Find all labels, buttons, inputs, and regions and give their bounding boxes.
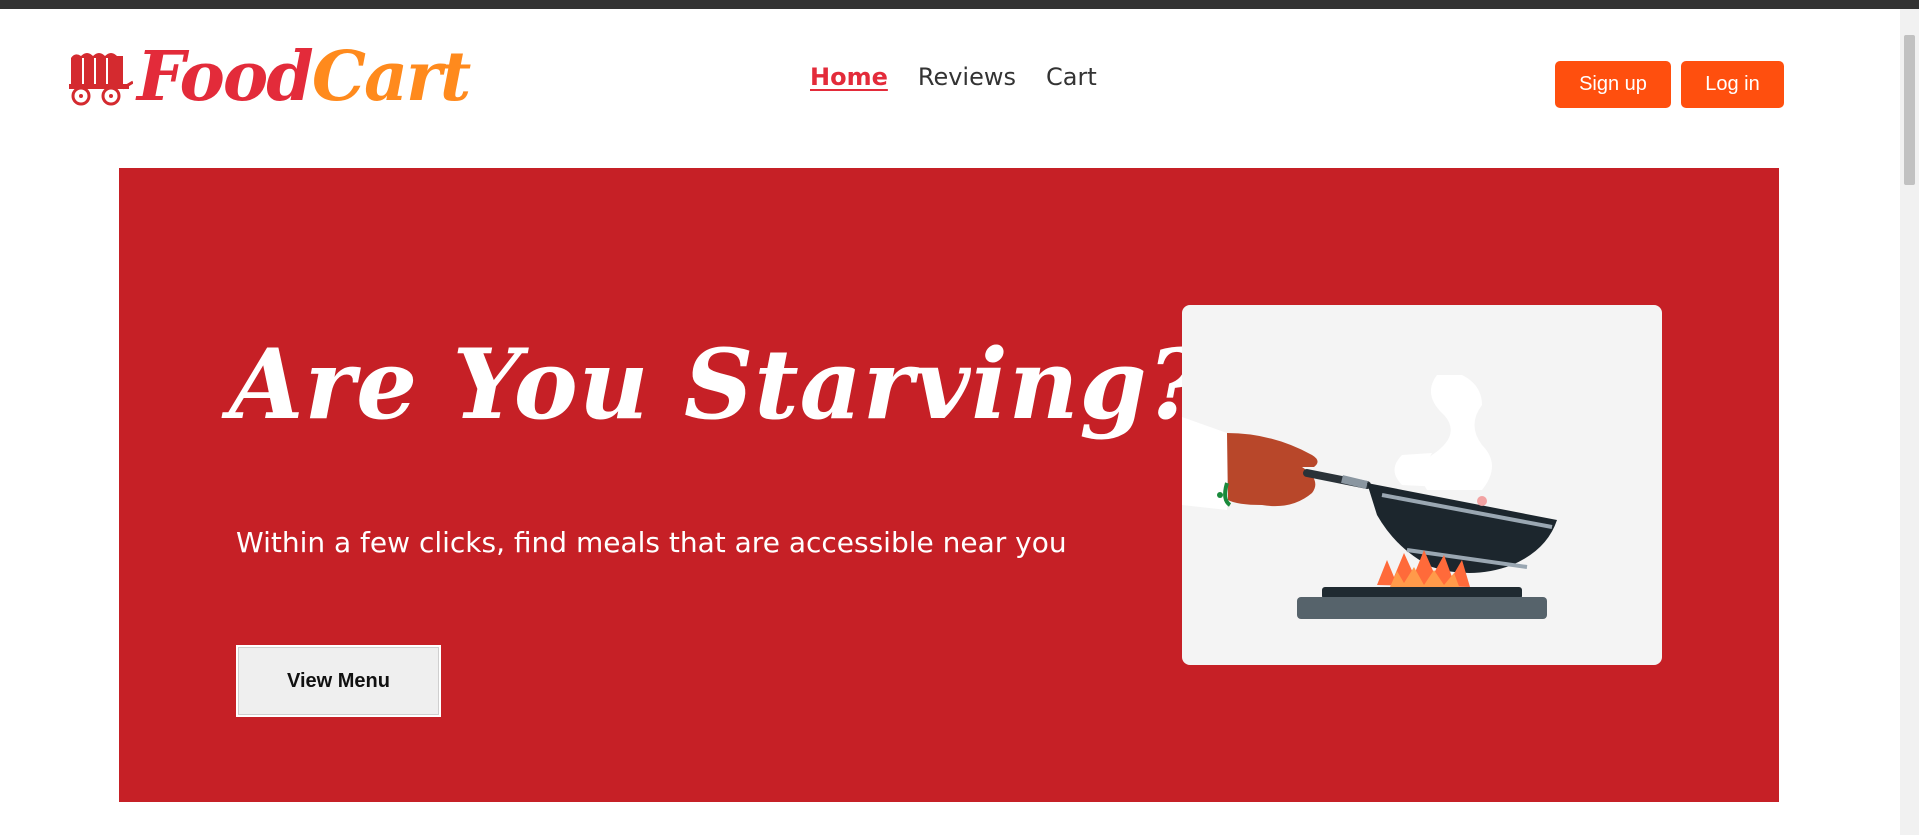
hero-title: Are You Starving? (229, 328, 1205, 441)
nav-link-reviews[interactable]: Reviews (918, 63, 1016, 91)
nav-link-home[interactable]: Home (810, 63, 888, 91)
browser-top-bar (0, 0, 1919, 9)
nav-link-cart[interactable]: Cart (1046, 63, 1097, 91)
page-scrollbar[interactable] (1900, 9, 1919, 835)
login-button[interactable]: Log in (1681, 61, 1784, 108)
signup-button[interactable]: Sign up (1555, 61, 1671, 108)
brand-name-cart: Cart (311, 37, 471, 117)
auth-buttons: Sign up Log in (1555, 61, 1784, 108)
brand-name-food: Food (137, 37, 314, 117)
hero-subtitle: Within a few clicks, find meals that are… (236, 526, 1067, 559)
view-menu-button[interactable]: View Menu (236, 645, 441, 717)
scrollbar-thumb[interactable] (1904, 35, 1915, 185)
cooking-wok-illustration (1182, 305, 1662, 665)
wagon-icon (67, 48, 133, 106)
brand-logo[interactable]: FoodCart (67, 37, 471, 117)
page: FoodCart Home Reviews Cart Sign up Log i… (0, 9, 1900, 835)
main-nav: Home Reviews Cart (810, 63, 1097, 91)
brand-name: FoodCart (137, 37, 471, 117)
hero-banner: Are You Starving? Within a few clicks, f… (119, 168, 1779, 802)
